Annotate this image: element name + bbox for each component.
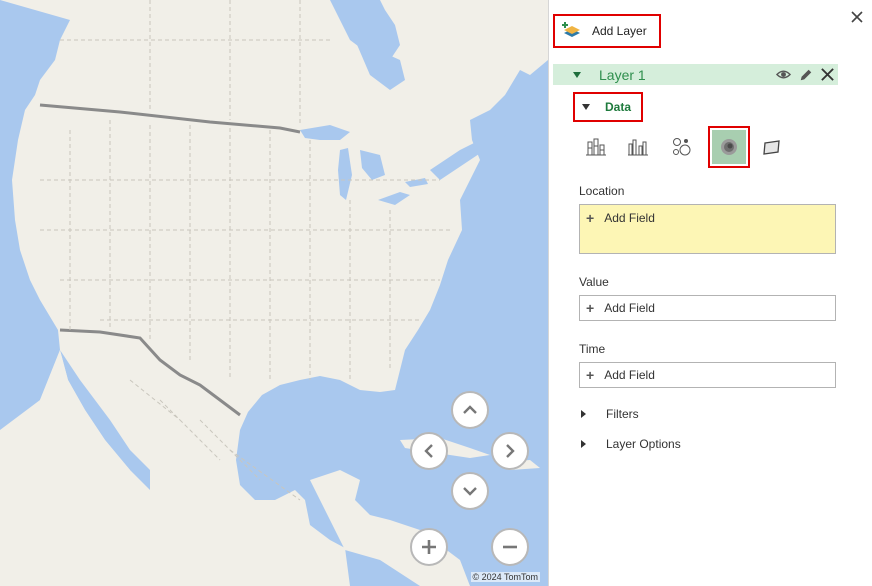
- value-add-field[interactable]: + Add Field: [579, 295, 836, 321]
- time-add-field-label: Add Field: [604, 368, 655, 382]
- region-icon: [763, 140, 780, 155]
- close-icon: [851, 11, 863, 23]
- bubble-icon: [673, 138, 691, 156]
- value-add-field-label: Add Field: [604, 301, 655, 315]
- filters-label: Filters: [606, 407, 639, 421]
- plus-icon: [422, 540, 436, 554]
- plus-icon: +: [586, 210, 595, 226]
- expand-triangle-icon: [581, 440, 586, 448]
- chevron-left-icon: [424, 444, 433, 458]
- clustered-column-button[interactable]: [625, 134, 651, 160]
- expand-triangle-icon: [581, 410, 586, 418]
- time-label: Time: [579, 342, 606, 356]
- minus-icon: [503, 545, 517, 549]
- location-add-field-label: Add Field: [604, 211, 655, 225]
- map-copyright: © 2024 TomTom: [470, 572, 540, 582]
- chevron-up-icon: [463, 405, 477, 414]
- pan-up-button[interactable]: [451, 391, 489, 429]
- collapse-triangle-icon: [582, 104, 590, 110]
- pan-down-button[interactable]: [451, 472, 489, 510]
- bubble-button[interactable]: [669, 134, 695, 160]
- data-section-label: Data: [605, 100, 632, 114]
- region-button[interactable]: [759, 134, 785, 160]
- eye-icon[interactable]: [775, 66, 792, 83]
- layer-options-expander[interactable]: Layer Options: [581, 437, 681, 451]
- data-section-toggle[interactable]: Data: [573, 92, 643, 122]
- location-label: Location: [579, 184, 625, 198]
- zoom-out-button[interactable]: [491, 528, 529, 566]
- visualization-type-row: [581, 126, 801, 168]
- add-layer-label: Add Layer: [592, 24, 647, 38]
- add-layer-icon: [562, 22, 580, 37]
- stacked-column-icon: [586, 138, 606, 156]
- add-layer-button[interactable]: Add Layer: [553, 14, 661, 48]
- filters-expander[interactable]: Filters: [581, 407, 639, 421]
- close-pane-button[interactable]: [850, 10, 864, 24]
- delete-icon[interactable]: [819, 66, 836, 83]
- layer-1-header[interactable]: Layer 1: [553, 64, 838, 85]
- plus-icon: +: [586, 300, 595, 316]
- heat-map-icon: [721, 139, 737, 155]
- chevron-down-icon: [463, 487, 477, 496]
- location-add-field[interactable]: + Add Field: [579, 204, 836, 254]
- map-view[interactable]: © 2024 TomTom: [0, 0, 548, 586]
- heat-map-button[interactable]: [708, 126, 750, 168]
- plus-icon: +: [586, 367, 595, 383]
- value-label: Value: [579, 275, 609, 289]
- stacked-column-button[interactable]: [583, 134, 609, 160]
- clustered-column-icon: [628, 139, 648, 156]
- layer-name: Layer 1: [599, 66, 646, 83]
- pan-left-button[interactable]: [410, 432, 448, 470]
- pencil-icon[interactable]: [797, 66, 814, 83]
- chevron-right-icon: [506, 444, 515, 458]
- pan-right-button[interactable]: [491, 432, 529, 470]
- collapse-triangle-icon[interactable]: [573, 71, 581, 78]
- layer-pane: Add Layer Layer 1 Data Location + Add Fi…: [548, 0, 872, 586]
- layer-options-label: Layer Options: [606, 437, 681, 451]
- heat-map-selected-bg: [712, 130, 746, 164]
- time-add-field[interactable]: + Add Field: [579, 362, 836, 388]
- zoom-in-button[interactable]: [410, 528, 448, 566]
